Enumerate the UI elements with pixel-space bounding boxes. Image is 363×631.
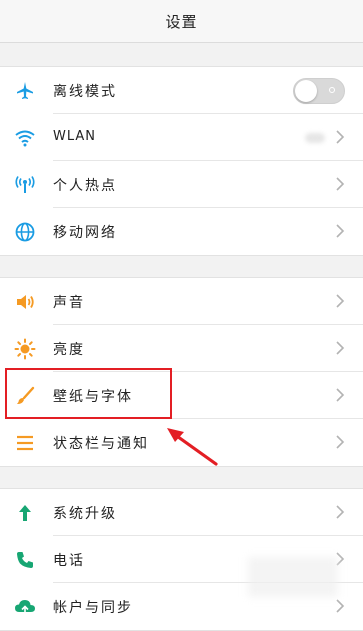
settings-item-label: 电话 [53,553,85,569]
hotspot-icon [14,174,36,196]
chevron-right-icon [336,388,345,402]
blurred-watermark [248,557,338,597]
cloud-sync-icon [14,596,36,618]
speaker-icon [14,291,36,313]
settings-item-label: 离线模式 [53,84,117,100]
settings-group-connectivity: 离线模式 WLAN 个人热点 移动网络 [0,66,363,256]
settings-item-label: 壁纸与字体 [53,389,133,405]
up-arrow-icon [14,502,36,524]
brush-icon [14,385,36,407]
settings-item-label: 亮度 [53,342,85,358]
settings-item-label: WLAN [53,129,97,144]
sun-icon [14,338,36,360]
settings-item-wlan[interactable]: WLAN [0,114,363,161]
settings-item-label: 帐户与同步 [53,600,133,616]
settings-item-label: 个人热点 [53,178,117,194]
settings-item-statusbar-notifications[interactable]: 状态栏与通知 [0,419,363,466]
top-bar: 设置 [0,0,363,43]
wifi-icon [14,127,36,149]
globe-icon [14,221,36,243]
chevron-right-icon [336,224,345,238]
settings-item-mobile-network[interactable]: 移动网络 [0,208,363,255]
settings-group-display-sound: 声音 亮度 壁纸与字体 状态栏与通知 [0,277,363,467]
settings-item-brightness[interactable]: 亮度 [0,325,363,372]
chevron-right-icon [336,505,345,519]
settings-item-wallpaper-font[interactable]: 壁纸与字体 [0,372,363,419]
settings-item-label: 状态栏与通知 [53,436,149,452]
page-title: 设置 [165,12,198,31]
toggle-knob [295,80,317,102]
wlan-status-blurred [305,133,325,143]
chevron-right-icon [336,130,345,144]
settings-item-airplane-mode[interactable]: 离线模式 [0,67,363,114]
airplane-mode-toggle[interactable] [293,78,345,104]
chevron-right-icon [336,177,345,191]
settings-item-label: 移动网络 [53,225,117,241]
settings-item-system-update[interactable]: 系统升级 [0,489,363,536]
chevron-right-icon [336,435,345,449]
menu-lines-icon [14,432,36,454]
settings-item-sound[interactable]: 声音 [0,278,363,325]
phone-icon [14,549,36,571]
settings-item-hotspot[interactable]: 个人热点 [0,161,363,208]
toggle-off-indicator [329,87,335,93]
settings-item-label: 声音 [53,295,85,311]
chevron-right-icon [336,294,345,308]
settings-item-label: 系统升级 [53,506,117,522]
airplane-icon [14,80,36,102]
chevron-right-icon [336,341,345,355]
